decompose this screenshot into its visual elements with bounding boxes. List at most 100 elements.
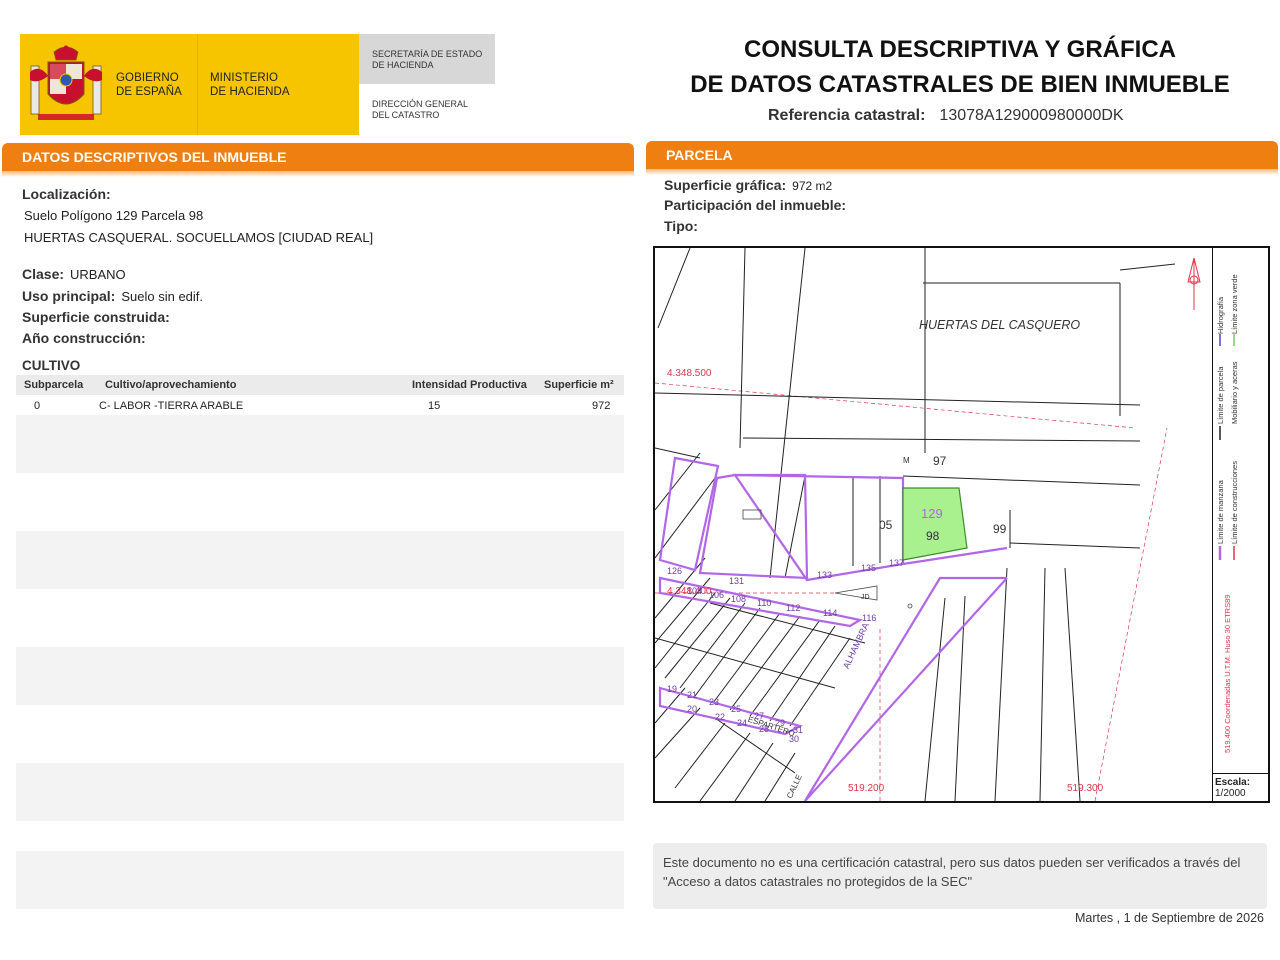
poligono-label: 129 [921,506,943,521]
legend-mobiliario: Mobiliario y aceras [1230,361,1239,424]
scale-box: Escala: 1/2000 [1212,773,1268,801]
lot-label: 29 [775,718,786,728]
lot-label: 112 [786,603,801,613]
lot-label: 135 [861,563,877,573]
legend-drawing: Hidrografía Límite zona verde Límite de … [1216,274,1239,753]
lot-label: 106 [709,590,725,600]
lot-label: 137 [889,558,905,568]
parcel-05-label: 05 [879,518,893,532]
legend-limite-parcela: Límite de parcela [1216,366,1225,424]
map-legend: Hidrografía Límite zona verde Límite de … [1212,248,1268,773]
lot-label: 126 [667,566,683,576]
parcela-header: PARCELA [646,141,1278,175]
clase-row: Clase: URBANO [22,266,126,282]
superficie-grafica-value: 972 m2 [792,179,833,193]
triangle-marker [834,585,878,601]
lot-label: 114 [823,608,838,618]
superficie-grafica-label: Superficie gráfica: [664,177,787,193]
clase-label: Clase: [22,266,65,282]
uso-row: Uso principal: Suelo sin edif. [22,288,203,304]
coord-x2: 519.300 [1067,783,1104,794]
legend-coordenadas: 519.400 Coordenadas U.T.M. Huso 30 ETRS8… [1223,595,1232,753]
parcel-marker-m: M [903,456,910,465]
legend-hidrografia: Hidrografía [1216,296,1225,334]
north-arrow-icon [1187,257,1201,310]
lot-label: 116 [862,613,877,623]
table-stripe [16,851,624,909]
gov-label: GOBIERNO DE ESPAÑA [116,72,182,98]
table-stripe [16,531,624,589]
ministry-label: MINISTERIO DE HACIENDA [210,72,290,98]
map-area-label: HUERTAS DEL CASQUERO [919,318,1081,332]
lot-label: 30 [789,734,800,744]
page-title-line1: CONSULTA DESCRIPTIVA Y GRÁFICA [743,36,1177,63]
coat-of-arms-icon [30,45,102,120]
parcel-99-label: 99 [993,522,1007,536]
lot-label: 25 [731,704,742,714]
lot-label: 27 [754,711,765,721]
point-marker [907,603,913,609]
col-intensidad: Intensidad Productiva [412,379,527,391]
tipo-label: Tipo: [664,218,698,234]
cell-cultivo: C- LABOR -TIERRA ARABLE [99,400,244,412]
ref-value: 13078A129000980000DK [939,107,1124,124]
localizacion-label: Localización: [22,186,111,202]
parcel-98-label: 98 [926,529,940,543]
lot-label: 131 [729,576,745,586]
coord-y-top: 4.348.500 [667,368,712,379]
ref-label: Referencia catastral: [768,107,926,124]
parcel-98-highlight [902,487,968,561]
scale-label: Escala: [1215,777,1251,788]
building-marker [742,509,762,520]
referencia-catastral: Referencia catastral: 13078A129000980000D… [768,107,1124,125]
localizacion-line2: HUERTAS CASQUERAL. SOCUELLAMOS [CIUDAD R… [24,230,374,245]
datos-descriptivos-header: DATOS DESCRIPTIVOS DEL INMUEBLE [2,143,634,177]
jd-marker: JD [861,594,870,601]
superficie-grafica-row: Superficie gráfica: 972 m2 [664,177,832,193]
cell-superficie: 972 [592,400,611,412]
cadastral-map: HUERTAS DEL CASQUERO 4.348.500 4.348.400… [653,246,1270,803]
cultivo-title: CULTIVO [22,358,81,373]
clase-value: URBANO [70,267,126,282]
participacion-label: Participación del inmueble: [664,197,847,213]
coord-line [655,382,1136,429]
legend-limite-manzana: Límite de manzana [1216,479,1225,544]
lot-label: 24 [737,718,748,728]
lot-label: 28 [759,724,770,734]
scale-value: 1/2000 [1215,788,1246,799]
direccion-label: DIRECCIÓN GENERAL DEL CATASTRO [372,99,469,120]
uso-value: Suelo sin edif. [121,289,204,304]
legend-limite-construcciones: Límite de construcciones [1230,461,1239,544]
secretaria-label: SECRETARÍA DE ESTADO DE HACIENDA [372,49,483,70]
notice-box: Este documento no es una certificación c… [653,843,1267,909]
lot-label: 22 [715,712,726,722]
lot-label: 21 [687,690,698,700]
cultivo-table: Subparcela Cultivo/aprovechamiento Inten… [16,375,624,910]
legend-limite-zona-verde: Límite zona verde [1230,274,1239,334]
table-stripe [16,647,624,705]
col-subparcela: Subparcela [24,379,84,391]
col-cultivo: Cultivo/aprovechamiento [105,379,237,391]
col-superficie: Superficie m² [544,379,614,391]
lot-label: 23 [709,697,720,707]
table-stripe [16,763,624,821]
superficie-construida-label: Superficie construida: [22,309,170,325]
lot-label: 108 [731,594,747,604]
cell-intensidad: 15 [428,400,441,412]
lot-label: 133 [817,570,833,580]
page-title-line2: DE DATOS CATASTRALES DE BIEN INMUEBLE [690,71,1230,98]
parcel-97-label: 97 [933,454,947,468]
lot-label: 19 [667,684,678,694]
lot-label: 110 [757,598,772,608]
lot-label: 104 [687,586,703,596]
uso-label: Uso principal: [22,288,116,304]
lot-label: 20 [687,704,698,714]
cell-subparcela: 0 [34,400,41,412]
localizacion-line1: Suelo Polígono 129 Parcela 98 [24,208,204,223]
table-header: Subparcela Cultivo/aprovechamiento Inten… [16,375,624,395]
table-stripe [16,415,624,473]
coord-x1: 519.200 [848,783,885,794]
document-date: Martes , 1 de Septiembre de 2026 [1074,911,1264,925]
anio-construccion-label: Año construcción: [22,330,146,346]
logo-divider [197,34,198,135]
